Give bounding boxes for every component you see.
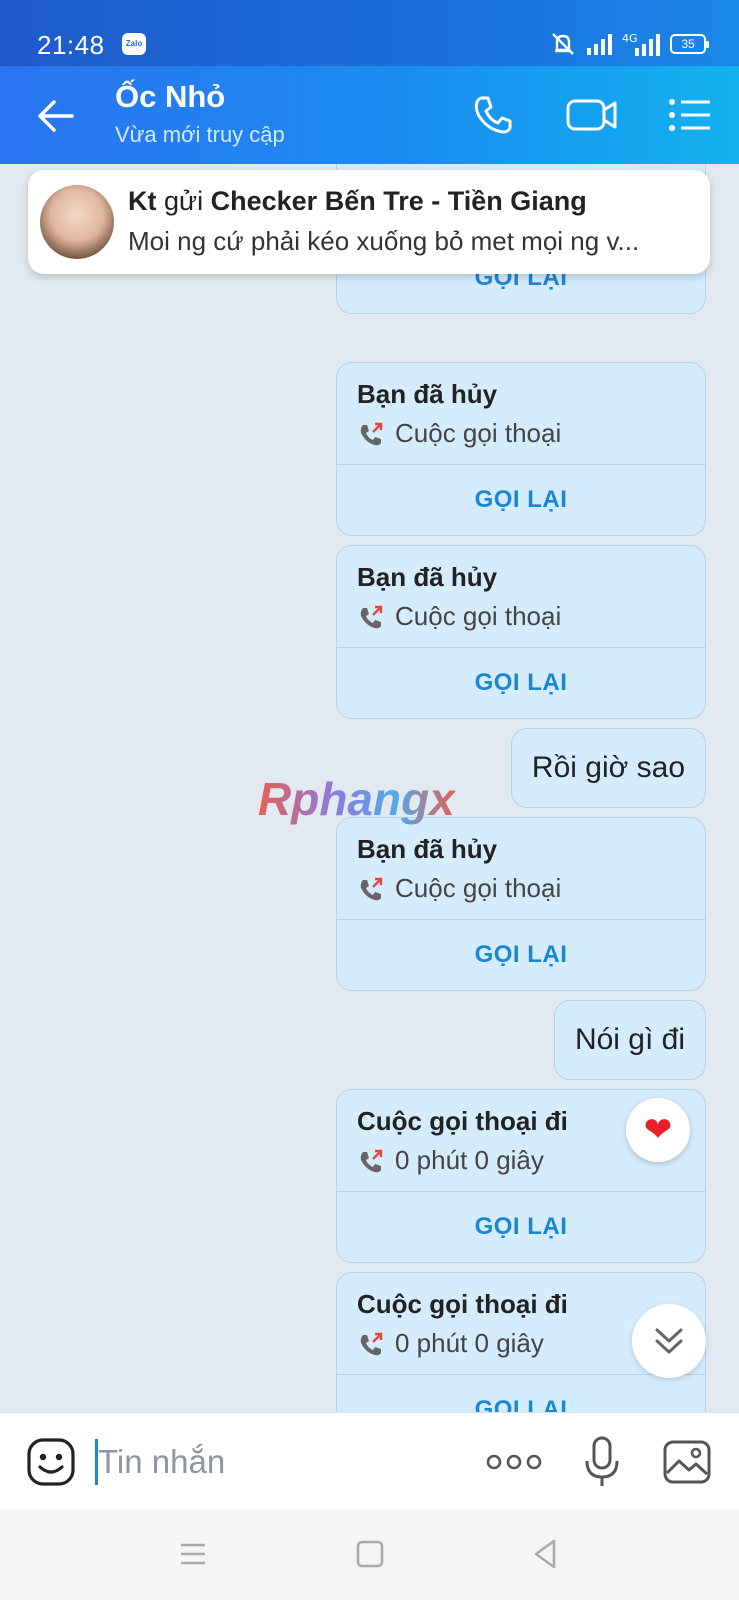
call-body: Bạn đã hủy Cuộc gọi thoại <box>337 818 705 920</box>
call-message: Bạn đã hủy Cuộc gọi thoại GỌI LẠI <box>336 817 706 991</box>
double-chevron-down-icon <box>655 1328 683 1354</box>
call-detail: Cuộc gọi thoại <box>395 418 562 448</box>
zalo-notification-icon: Zalo <box>122 33 146 55</box>
system-navigation-bar <box>0 1510 739 1600</box>
battery-icon: 35 <box>670 34 709 54</box>
message-input[interactable] <box>98 1439 458 1485</box>
status-bar: 21:48 Zalo 4G 35 <box>0 0 739 66</box>
call-detail-row: Cuộc gọi thoại <box>357 873 685 904</box>
status-icons: 4G 35 <box>548 30 709 58</box>
watermark: Rphangx <box>258 773 455 825</box>
call-status: Bạn đã hủy <box>357 834 498 864</box>
sent-text-message[interactable]: Rồi giờ sao <box>510 728 706 808</box>
avatar <box>40 185 114 259</box>
microphone-icon[interactable] <box>584 1435 620 1489</box>
call-message: Bạn đã hủy Cuộc gọi thoại GỌI LẠI <box>336 545 706 719</box>
call-body: Bạn đã hủy Cuộc gọi thoại <box>337 363 705 465</box>
signal-icon <box>587 34 612 55</box>
status-time: 21:48 <box>37 30 105 60</box>
contact-name[interactable]: Ốc Nhỏ <box>115 79 225 115</box>
signal-4g-icon: 4G <box>622 32 660 56</box>
back-arrow-icon[interactable] <box>34 94 78 138</box>
incoming-notification[interactable]: Kt gửi Checker Bến Tre - Tiền Giang Moi … <box>28 170 710 274</box>
phone-icon[interactable] <box>468 90 518 140</box>
call-back-button[interactable]: GỌI LẠI <box>337 1192 705 1262</box>
menu-list-icon[interactable] <box>668 90 712 140</box>
call-detail: 0 phút 0 giây <box>395 1145 544 1175</box>
svg-text:4G: 4G <box>622 32 638 45</box>
image-picker-icon[interactable] <box>662 1439 712 1485</box>
heart-reaction-icon[interactable]: ❤ <box>626 1098 690 1162</box>
notification-title: Kt gửi Checker Bến Tre - Tiền Giang <box>128 186 587 217</box>
outgoing-call-icon <box>360 1332 383 1355</box>
outgoing-call-icon <box>360 422 383 445</box>
home-square-icon[interactable] <box>350 1534 390 1574</box>
call-back-button[interactable]: GỌI LẠI <box>337 920 705 990</box>
call-status: Bạn đã hủy <box>357 562 498 592</box>
call-detail-row: Cuộc gọi thoại <box>357 418 685 449</box>
scroll-to-bottom-button[interactable] <box>632 1304 706 1378</box>
notification-sender: Kt <box>128 186 157 216</box>
call-body: Bạn đã hủy Cuộc gọi thoại <box>337 546 705 648</box>
chat-header: Ốc Nhỏ Vừa mới truy cập <box>0 66 739 164</box>
outgoing-call-icon <box>360 877 383 900</box>
notification-group: Checker Bến Tre - Tiền Giang <box>210 186 587 216</box>
sent-text-message[interactable]: Nói gì đi <box>553 1000 706 1080</box>
call-back-button[interactable]: GỌI LẠI <box>337 465 705 535</box>
call-back-button[interactable]: GỌI LẠI <box>337 1375 705 1412</box>
video-call-icon[interactable] <box>565 90 619 140</box>
outgoing-call-icon <box>360 1149 383 1172</box>
call-status: Bạn đã hủy <box>357 379 498 409</box>
back-triangle-icon[interactable] <box>526 1534 566 1574</box>
message-composer <box>0 1412 739 1510</box>
contact-status: Vừa mới truy cập <box>115 122 285 147</box>
mute-bell-icon <box>552 33 574 55</box>
notification-verb: gửi <box>164 186 204 216</box>
call-message: Bạn đã hủy Cuộc gọi thoại GỌI LẠI <box>336 362 706 536</box>
call-detail: Cuộc gọi thoại <box>395 873 562 903</box>
more-options-icon[interactable] <box>486 1447 542 1477</box>
call-detail-row: Cuộc gọi thoại <box>357 601 685 632</box>
call-back-button[interactable]: GỌI LẠI <box>337 648 705 718</box>
notification-preview: Moi ng cứ phải kéo xuống bỏ met mọi ng v… <box>128 226 640 256</box>
call-detail: Cuộc gọi thoại <box>395 601 562 631</box>
outgoing-call-icon <box>360 605 383 628</box>
sticker-emoji-icon[interactable] <box>26 1437 76 1487</box>
call-detail: 0 phút 0 giây <box>395 1328 544 1358</box>
recent-apps-icon[interactable] <box>173 1534 213 1574</box>
